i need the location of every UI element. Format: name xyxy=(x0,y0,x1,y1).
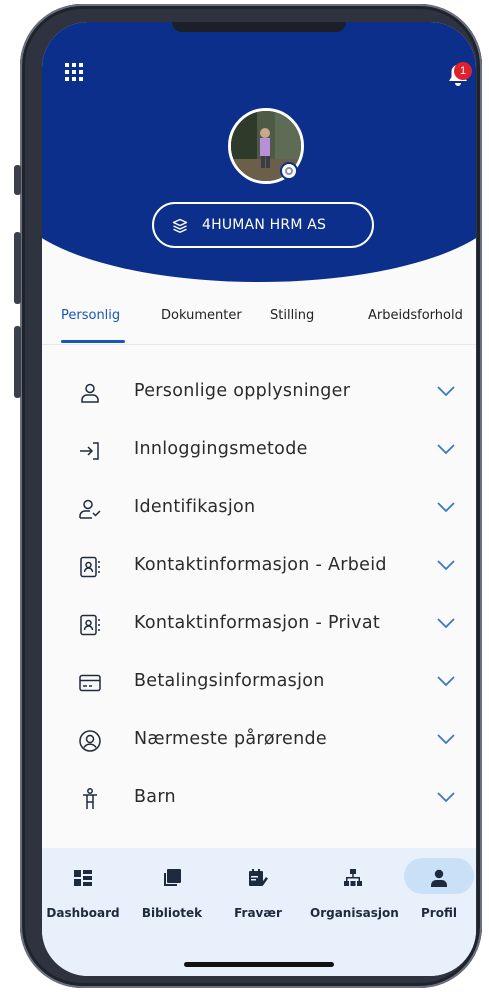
section-label: Personlige opplysninger xyxy=(134,381,351,401)
absence-icon xyxy=(249,869,268,886)
company-selector[interactable]: 4HUMAN HRM AS xyxy=(152,202,374,248)
section-kontaktinformasjon-arbeid[interactable]: Kontaktinformasjon - Arbeid xyxy=(42,538,476,596)
nav-label: Fravær xyxy=(234,906,282,920)
chevron-down-icon[interactable] xyxy=(436,384,456,398)
section-label: Barn xyxy=(134,787,176,807)
volume-up-button xyxy=(14,232,21,304)
section-label: Kontaktinformasjon - Arbeid xyxy=(134,555,387,575)
profile-tabs: Personlig Dokumenter Stilling Arbeidsfor… xyxy=(42,298,476,345)
section-personlige-opplysninger[interactable]: Personlige opplysninger xyxy=(42,364,476,422)
nav-label: Organisasjon xyxy=(310,906,399,920)
nav-dashboard[interactable]: Dashboard xyxy=(42,860,126,930)
contact-card-icon xyxy=(80,614,100,636)
section-innloggingsmetode[interactable]: Innloggingsmetode xyxy=(42,422,476,480)
nav-label: Dashboard xyxy=(46,906,120,920)
chevron-down-icon[interactable] xyxy=(436,442,456,456)
section-betalingsinformasjon[interactable]: Betalingsinformasjon xyxy=(42,654,476,712)
active-tab-indicator xyxy=(61,340,125,343)
nav-label: Profil xyxy=(421,906,457,920)
tab-arbeidsforhold[interactable]: Arbeidsforhold xyxy=(368,308,463,323)
section-barn[interactable]: Barn xyxy=(42,770,476,828)
nav-bibliotek[interactable]: Bibliotek xyxy=(129,860,215,930)
section-kontaktinformasjon-privat[interactable]: Kontaktinformasjon - Privat xyxy=(42,596,476,654)
home-indicator[interactable] xyxy=(184,962,334,967)
child-icon xyxy=(83,788,97,809)
contact-card-icon xyxy=(80,556,100,578)
tab-dokumenter[interactable]: Dokumenter xyxy=(161,308,242,323)
section-naermeste-parorende[interactable]: Nærmeste pårørende xyxy=(42,712,476,770)
chevron-down-icon[interactable] xyxy=(436,790,456,804)
section-label: Identifikasjon xyxy=(134,497,256,517)
chevron-down-icon[interactable] xyxy=(436,674,456,688)
apps-grid-icon[interactable] xyxy=(64,62,84,82)
nav-organisasjon[interactable]: Organisasjon xyxy=(310,860,399,930)
person-check-icon xyxy=(79,499,101,519)
org-chart-icon xyxy=(344,869,362,886)
notification-badge: 1 xyxy=(454,62,472,80)
section-label: Kontaktinformasjon - Privat xyxy=(134,613,381,633)
library-icon xyxy=(164,869,181,886)
nav-profil[interactable]: Profil xyxy=(396,860,476,930)
tab-personlig[interactable]: Personlig xyxy=(61,308,120,323)
layers-icon xyxy=(172,218,188,233)
chevron-down-icon[interactable] xyxy=(436,732,456,746)
dashboard-icon xyxy=(74,870,92,886)
chevron-down-icon[interactable] xyxy=(436,558,456,572)
silent-switch xyxy=(14,165,21,195)
section-identifikasjon[interactable]: Identifikasjon xyxy=(42,480,476,538)
credit-card-icon xyxy=(79,674,101,692)
person-circle-icon xyxy=(79,730,101,752)
nav-label: Bibliotek xyxy=(141,906,203,920)
person-icon xyxy=(81,383,99,403)
avatar-edit-icon[interactable] xyxy=(280,162,298,180)
section-label: Nærmeste pårørende xyxy=(134,729,327,749)
chevron-down-icon[interactable] xyxy=(436,500,456,514)
notch xyxy=(172,22,346,32)
login-icon xyxy=(80,442,99,460)
chevron-down-icon[interactable] xyxy=(436,616,456,630)
bottom-navigation: Dashboard Bibliotek Fravær Organisasjon xyxy=(42,848,476,976)
company-name: 4HUMAN HRM AS xyxy=(202,217,327,233)
app-screen: 1 4HUMAN HRM AS Personlig Dokumenter Sti… xyxy=(42,22,476,976)
section-label: Betalingsinformasjon xyxy=(134,671,325,691)
volume-down-button xyxy=(14,326,21,398)
tab-stilling[interactable]: Stilling xyxy=(270,308,314,323)
profile-icon xyxy=(431,869,447,887)
section-label: Innloggingsmetode xyxy=(134,439,308,459)
nav-fravaer[interactable]: Fravær xyxy=(215,860,301,930)
